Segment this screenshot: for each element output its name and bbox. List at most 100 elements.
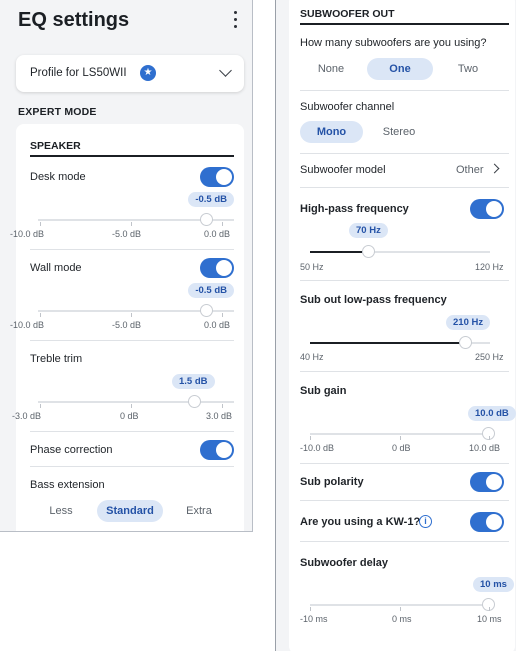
sub-gain-max: 10.0 dB: [469, 443, 501, 453]
divider: [300, 153, 509, 154]
subwoofer-delay-track: [310, 604, 490, 606]
sub-polarity-toggle[interactable]: [470, 472, 504, 492]
tick: [489, 607, 490, 611]
low-pass-fill: [310, 342, 462, 344]
speaker-heading: SPEAKER: [30, 140, 81, 152]
tick: [131, 313, 132, 317]
wall-mode-value: -0.5 dB: [188, 283, 234, 298]
divider: [30, 340, 234, 341]
kw1-label: Are you using a KW-1?: [300, 516, 421, 528]
subwoofer-delay-mid: 0 ms: [392, 614, 412, 624]
low-pass-min: 40 Hz: [300, 352, 324, 362]
profile-selector[interactable]: Profile for LS50WII ★: [16, 55, 244, 92]
divider: [30, 431, 234, 432]
speaker-heading-rule: [30, 155, 234, 157]
kw1-toggle[interactable]: [470, 512, 504, 532]
bass-extension-less[interactable]: Less: [36, 500, 86, 522]
desk-mode-mid: -5.0 dB: [112, 229, 142, 239]
subwoofer-model-label: Subwoofer model: [300, 164, 386, 176]
subwoofer-channel-mono[interactable]: Mono: [300, 121, 363, 143]
info-icon[interactable]: i: [419, 515, 432, 528]
subwoofer-count-one[interactable]: One: [367, 58, 433, 80]
high-pass-fill: [310, 251, 362, 253]
tick: [131, 404, 132, 408]
chevron-right-icon[interactable]: [489, 163, 500, 174]
divider: [300, 371, 509, 372]
desk-mode-min: -10.0 dB: [10, 229, 45, 239]
subwoofer-model-value[interactable]: Other: [456, 164, 484, 176]
divider: [300, 463, 509, 464]
page-title: EQ settings: [18, 9, 130, 31]
subwoofer-count-two[interactable]: Two: [443, 58, 493, 80]
subwoofer-delay-min: -10 ms: [300, 614, 328, 624]
subwoofer-channel-stereo[interactable]: Stereo: [371, 121, 427, 143]
wall-mode-slider-handle[interactable]: [200, 304, 213, 317]
tick: [40, 313, 41, 317]
sub-gain-min: -10.0 dB: [300, 443, 335, 453]
phase-correction-label: Phase correction: [30, 444, 113, 456]
wall-mode-label: Wall mode: [30, 262, 82, 274]
low-pass-label: Sub out low-pass frequency: [300, 294, 447, 306]
more-vert-icon[interactable]: [232, 11, 238, 31]
tick: [40, 404, 41, 408]
treble-trim-label: Treble trim: [30, 353, 83, 365]
subwoofer-out-heading: SUBWOOFER OUT: [300, 8, 395, 20]
chevron-down-icon: [219, 64, 232, 77]
expert-mode-heading: EXPERT MODE: [18, 106, 97, 118]
subwoofer-heading-rule: [300, 23, 509, 25]
subwoofer-count-none[interactable]: None: [306, 58, 356, 80]
sub-gain-label: Sub gain: [300, 385, 347, 397]
sub-gain-track: [310, 433, 490, 435]
tick: [310, 607, 311, 611]
high-pass-max: 120 Hz: [475, 262, 504, 272]
divider: [300, 280, 509, 281]
desk-mode-label: Desk mode: [30, 171, 86, 183]
eq-settings-panel: EQ settings Profile for LS50WII ★ EXPERT…: [0, 0, 253, 532]
subwoofer-delay-label: Subwoofer delay: [300, 557, 389, 569]
bass-extension-standard[interactable]: Standard: [97, 500, 163, 522]
tick: [222, 404, 223, 408]
treble-trim-slider-handle[interactable]: [188, 395, 201, 408]
desk-mode-value: -0.5 dB: [188, 192, 234, 207]
wall-mode-mid: -5.0 dB: [112, 320, 142, 330]
treble-trim-max: 3.0 dB: [206, 411, 233, 421]
divider: [300, 500, 509, 501]
high-pass-toggle[interactable]: [470, 199, 504, 219]
subwoofer-delay-max: 10 ms: [477, 614, 502, 624]
divider: [300, 187, 509, 188]
tick: [40, 222, 41, 226]
treble-trim-mid: 0 dB: [120, 411, 139, 421]
low-pass-value: 210 Hz: [446, 315, 491, 330]
star-badge-icon: ★: [140, 65, 156, 81]
bass-extension-label: Bass extension: [30, 479, 105, 491]
tick: [222, 313, 223, 317]
high-pass-min: 50 Hz: [300, 262, 324, 272]
sub-gain-mid: 0 dB: [392, 443, 411, 453]
divider: [300, 90, 509, 91]
subwoofer-card: SUBWOOFER OUT How many subwoofers are yo…: [289, 0, 516, 651]
speaker-card: SPEAKER Desk mode -0.5 dB -10.0 dB -5.0 …: [10, 124, 244, 531]
tick: [222, 222, 223, 226]
desk-mode-max: 0.0 dB: [204, 229, 231, 239]
subwoofer-panel: SUBWOOFER OUT How many subwoofers are yo…: [275, 0, 516, 651]
wall-mode-min: -10.0 dB: [10, 320, 45, 330]
tick: [131, 222, 132, 226]
desk-mode-toggle[interactable]: [200, 167, 234, 187]
low-pass-max: 250 Hz: [475, 352, 504, 362]
wall-mode-toggle[interactable]: [200, 258, 234, 278]
divider: [30, 249, 234, 250]
high-pass-slider-handle[interactable]: [362, 245, 375, 258]
treble-trim-value: 1.5 dB: [172, 374, 215, 389]
high-pass-value: 70 Hz: [349, 223, 388, 238]
divider: [30, 466, 234, 467]
subwoofer-delay-value: 10 ms: [473, 577, 514, 592]
desk-mode-slider-handle[interactable]: [200, 213, 213, 226]
subwoofer-count-question: How many subwoofers are you using?: [300, 37, 487, 49]
app-header: EQ settings: [0, 0, 252, 44]
bass-extension-extra[interactable]: Extra: [174, 500, 224, 522]
low-pass-slider-handle[interactable]: [459, 336, 472, 349]
phase-correction-toggle[interactable]: [200, 440, 234, 460]
high-pass-label: High-pass frequency: [300, 203, 409, 215]
treble-trim-min: -3.0 dB: [12, 411, 42, 421]
profile-label: Profile for LS50WII: [30, 67, 127, 79]
